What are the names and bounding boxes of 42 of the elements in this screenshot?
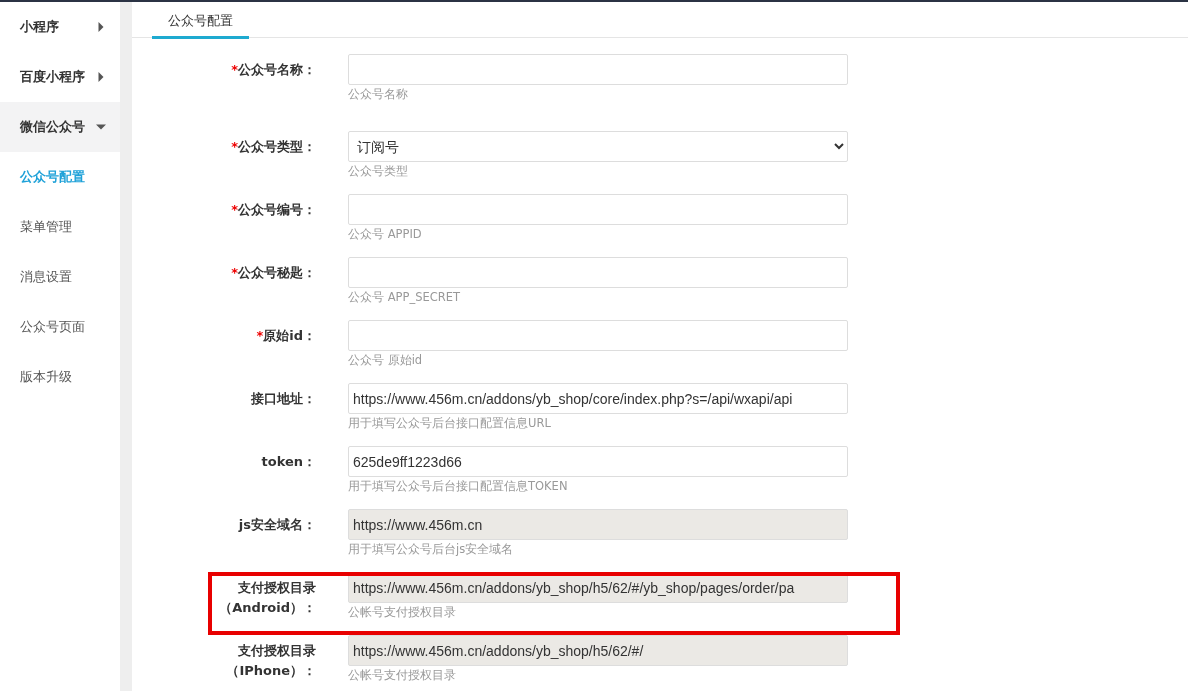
input-field[interactable] (348, 320, 848, 351)
input-field[interactable]: 625de9ff1223d66 (348, 446, 848, 477)
help-text: 公众号 APPID (348, 226, 423, 243)
help-text: 公众号 原始id (348, 352, 424, 369)
caret-down-icon (96, 122, 106, 132)
caret-right-icon (96, 72, 106, 82)
sidebar-item[interactable]: 公众号页面 (0, 302, 120, 352)
help-text: 用于填写公众号后台接口配置信息URL (348, 415, 552, 432)
field-label: 接口地址： (250, 390, 316, 408)
help-text: 公众号名称 (348, 86, 409, 103)
input-field[interactable] (348, 54, 848, 85)
sidebar-item[interactable]: 菜单管理 (0, 202, 120, 252)
input-field[interactable] (348, 194, 848, 225)
field-label: *公众号编号： (230, 201, 316, 219)
help-text: 公众号类型 (348, 163, 409, 180)
field-label: 支付授权目录 (237, 579, 316, 597)
help-text: 公帐号支付授权目录 (348, 604, 457, 621)
field-label: *公众号名称： (230, 61, 316, 79)
help-text: 用于填写公众号后台js安全域名 (348, 541, 515, 558)
caret-right-icon (96, 22, 106, 32)
field-label: （IPhone）： (225, 662, 316, 680)
field-label: js安全域名： (237, 516, 316, 534)
sidebar-group-item[interactable]: 百度小程序 (0, 52, 120, 102)
tab[interactable]: 公众号配置 (152, 2, 249, 39)
input-field[interactable] (348, 257, 848, 288)
sidebar-item[interactable]: 版本升级 (0, 352, 120, 402)
field-label: *原始id： (255, 327, 316, 345)
input-field[interactable]: https://www.456m.cn/addons/yb_shop/h5/62/#/ (348, 635, 848, 666)
input-field[interactable]: https://www.456m.cn (348, 509, 848, 540)
help-text: 公帐号支付授权目录 (348, 667, 457, 684)
field-label: 支付授权目录 (237, 642, 316, 660)
type-select[interactable]: 订阅号 (348, 131, 848, 162)
field-label: （Android）： (218, 599, 316, 617)
sidebar-item[interactable]: 消息设置 (0, 252, 120, 302)
field-label: *公众号秘匙： (230, 264, 316, 282)
input-field[interactable]: https://www.456m.cn/addons/yb_shop/core/index.php?s=/api/wxapi/api (348, 383, 848, 414)
help-text: 公众号 APP_SECRET (348, 289, 462, 306)
help-text: 用于填写公众号后台接口配置信息TOKEN (348, 478, 569, 495)
sidebar-group-item[interactable]: 小程序 (0, 2, 120, 52)
field-label: token： (260, 453, 316, 471)
sidebar-group-item[interactable]: 微信公众号 (0, 102, 120, 152)
field-label: *公众号类型： (230, 138, 316, 156)
